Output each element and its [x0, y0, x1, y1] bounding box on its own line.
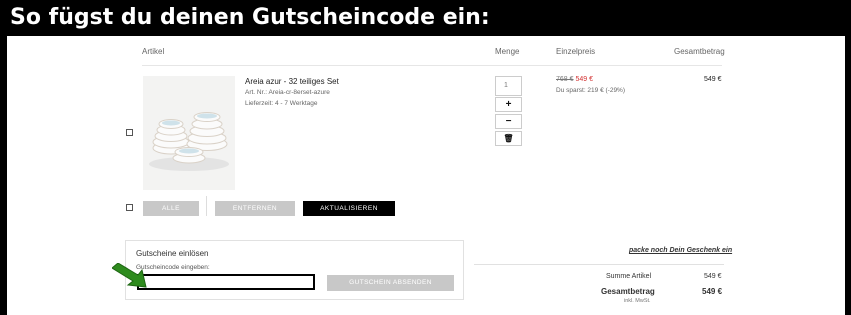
- gift-wrap-link[interactable]: packe noch Dein Geschenk ein: [629, 247, 732, 254]
- column-header-quantity: Menge: [495, 47, 520, 56]
- update-button[interactable]: AKTUALISIEREN: [303, 201, 395, 216]
- column-header-total: Gesamtbetrag: [674, 47, 725, 56]
- summary-divider: [474, 264, 724, 265]
- coupon-title: Gutscheine einlösen: [136, 249, 209, 258]
- quantity-input[interactable]: 1: [495, 76, 522, 96]
- select-all-button[interactable]: ALLE: [143, 201, 199, 216]
- header-divider: [142, 65, 722, 66]
- column-header-unit-price: Einzelpreis: [556, 47, 596, 56]
- subtotal-label: Summe Artikel: [606, 273, 652, 280]
- product-article-number: Art. Nr.: Areia-cr-8erset-azure: [245, 89, 330, 96]
- original-price: 768 €: [556, 76, 574, 83]
- product-name-link[interactable]: Areia azur - 32 teiliges Set: [245, 77, 339, 86]
- product-delivery-time: Lieferzeit: 4 - 7 Werktage: [245, 100, 318, 107]
- coupon-submit-button[interactable]: GUTSCHEIN ABSENDEN: [327, 275, 454, 291]
- coupon-code-input[interactable]: [137, 274, 315, 290]
- select-all-checkbox[interactable]: [126, 204, 133, 211]
- price-display: 768 € 549 €: [556, 76, 593, 83]
- trash-icon[interactable]: 🗑: [495, 131, 522, 146]
- remove-button[interactable]: ENTFERNEN: [215, 201, 295, 216]
- product-image[interactable]: [143, 76, 235, 190]
- savings-text: Du sparst: 219 € (-29%): [556, 87, 626, 94]
- quantity-decrease-button[interactable]: −: [495, 114, 522, 129]
- coupon-section: Gutscheine einlösen Gutscheincode eingeb…: [125, 240, 464, 300]
- grand-total-label: Gesamtbetrag: [601, 287, 655, 296]
- green-arrow-icon: [112, 263, 147, 288]
- vat-note: inkl. MwSt.: [624, 298, 651, 304]
- item-select-checkbox[interactable]: [126, 129, 133, 136]
- sale-price: 549 €: [575, 76, 594, 83]
- grand-total-value: 549 €: [702, 287, 723, 296]
- dish-set-illustration: [143, 76, 235, 190]
- action-divider: [206, 196, 207, 216]
- shopping-cart-panel: Artikel Menge Einzelpreis Gesamtbetrag A…: [7, 36, 845, 315]
- tutorial-banner-title: So fügst du deinen Gutscheincode ein:: [0, 0, 851, 36]
- line-total: 549 €: [704, 76, 722, 83]
- subtotal-value: 549 €: [704, 273, 722, 280]
- column-header-article: Artikel: [142, 47, 165, 56]
- quantity-increase-button[interactable]: +: [495, 97, 522, 112]
